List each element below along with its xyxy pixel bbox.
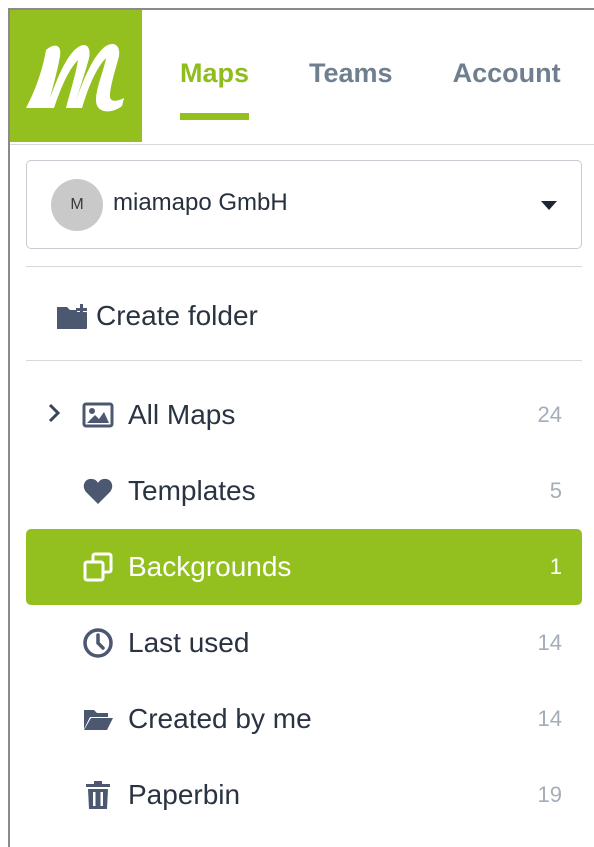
nav-item-templates[interactable]: Templates 5	[26, 453, 582, 529]
nav-item-label: Last used	[128, 627, 250, 658]
divider	[26, 266, 582, 267]
nav-item-last-used[interactable]: Last used 14	[26, 605, 582, 681]
create-folder-button[interactable]: Create folder	[56, 298, 258, 334]
avatar: M	[51, 179, 103, 231]
app-header: Maps Teams Account	[10, 10, 594, 145]
layers-icon	[83, 552, 113, 582]
logo-m-icon	[26, 43, 124, 112]
sidebar: Maps Teams Account M miamapo GmbH Create…	[8, 8, 594, 847]
folder-plus-icon	[57, 304, 87, 329]
image-icon	[82, 402, 114, 428]
item-count: 19	[537, 782, 562, 807]
chevron-down-icon	[541, 201, 557, 210]
organization-name: miamapo GmbH	[113, 189, 288, 216]
divider	[26, 360, 582, 361]
item-count: 14	[537, 706, 562, 731]
clock-icon	[83, 628, 113, 658]
item-count: 14	[537, 630, 562, 655]
nav-item-label: Templates	[128, 475, 256, 506]
heart-icon	[83, 478, 113, 504]
nav-item-backgrounds[interactable]: Backgrounds 1	[26, 529, 582, 605]
nav-item-label: All Maps	[128, 399, 236, 430]
nav-item-label: Paperbin	[128, 779, 241, 810]
nav-item-created-by-me[interactable]: Created by me 14	[26, 681, 582, 757]
nav-item-all-maps[interactable]: All Maps 24	[26, 377, 582, 453]
item-count: 24	[537, 402, 562, 427]
nav-item-label: Backgrounds	[128, 551, 292, 582]
nav-item-paperbin[interactable]: Paperbin 19	[26, 757, 582, 833]
tab-teams[interactable]: Teams	[309, 10, 393, 144]
main-tabs: Maps Teams Account	[180, 10, 594, 144]
tab-maps[interactable]: Maps	[180, 10, 250, 144]
tab-account[interactable]: Account	[453, 10, 561, 144]
folder-open-icon	[84, 710, 113, 730]
nav-item-label: Created by me	[128, 703, 312, 734]
folder-list: All Maps 24 Templates 5 Backgrounds 1 La…	[26, 377, 582, 833]
create-folder-label: Create folder	[96, 300, 258, 331]
app-logo[interactable]	[10, 10, 142, 142]
chevron-right-icon[interactable]	[48, 403, 60, 423]
item-count: 5	[549, 478, 562, 503]
organization-select[interactable]: M miamapo GmbH	[26, 160, 582, 249]
item-count: 1	[549, 554, 562, 579]
trash-icon	[86, 781, 110, 809]
